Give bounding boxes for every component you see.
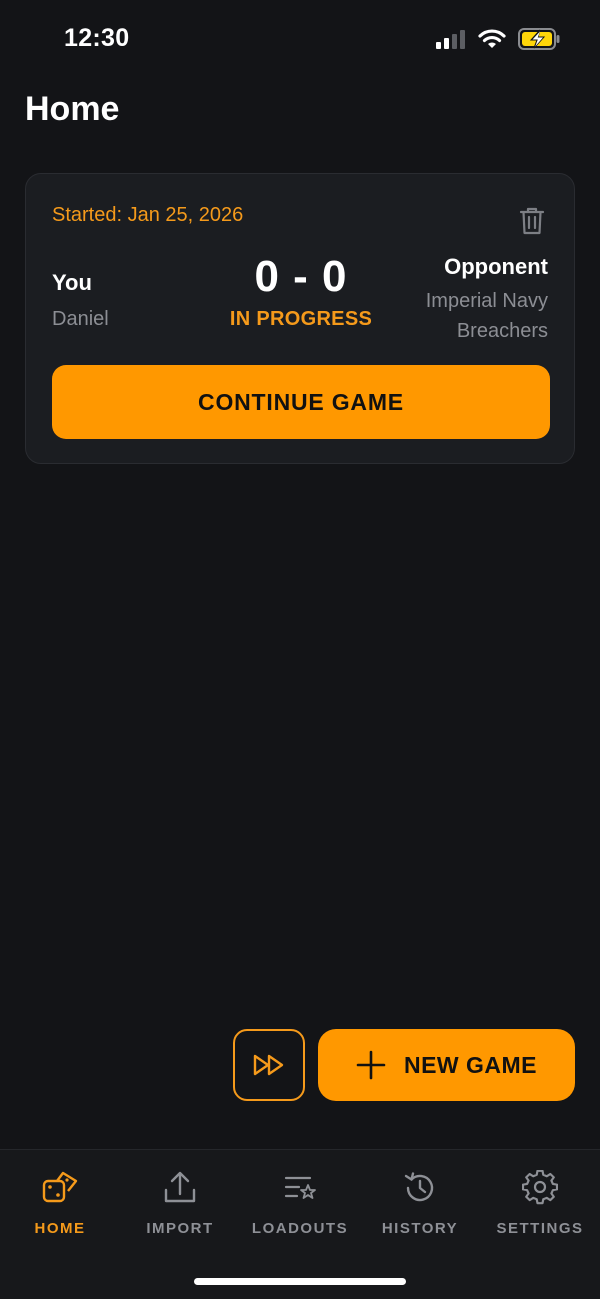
trash-icon (519, 207, 545, 235)
current-game-card: Started: Jan 25, 2026 You Daniel 0 - 0 I… (25, 173, 575, 464)
cellular-signal-icon (436, 30, 465, 49)
new-game-button[interactable]: NEW GAME (318, 1029, 575, 1101)
status-time: 12:30 (64, 24, 130, 52)
home-indicator (194, 1278, 406, 1285)
player-label: You (52, 270, 92, 295)
dice-icon (42, 1171, 78, 1203)
player-name: Daniel (52, 308, 109, 330)
upload-icon (164, 1171, 196, 1203)
tab-loadouts[interactable]: LOADOUTS (240, 1168, 360, 1237)
tab-settings[interactable]: SETTINGS (480, 1168, 600, 1237)
player-you: You Daniel (52, 270, 109, 334)
page-title: Home (25, 90, 120, 128)
tab-loadouts-label: LOADOUTS (251, 1220, 349, 1237)
history-icon (404, 1172, 434, 1202)
battery-charging-icon (518, 28, 560, 50)
delete-game-button[interactable] (516, 204, 548, 238)
tab-home-label: HOME (34, 1220, 86, 1237)
continue-game-button[interactable]: CONTINUE GAME (52, 365, 550, 439)
status-icons (436, 28, 560, 50)
opponent-name: Imperial Navy Breachers (425, 290, 548, 342)
fast-forward-icon (253, 1054, 284, 1076)
wifi-icon (478, 29, 506, 48)
home-screen: 12:30 Home Started: Jan 25, 2026 You Dan… (0, 0, 600, 1299)
tab-import-label: IMPORT (146, 1220, 214, 1237)
tab-home[interactable]: HOME (0, 1168, 120, 1237)
tab-settings-label: SETTINGS (496, 1220, 584, 1237)
tab-bar: HOME IMPORT LOADOUTS HISTORY SETTINGS (0, 1149, 600, 1299)
new-game-label: NEW GAME (403, 1051, 538, 1078)
gear-icon (522, 1170, 558, 1205)
player-opponent: Opponent Imperial Navy Breachers (378, 254, 548, 346)
game-started-date: Started: Jan 25, 2026 (52, 204, 244, 226)
tab-history-label: HISTORY (381, 1220, 459, 1237)
plus-icon (356, 1050, 386, 1080)
quick-start-button[interactable] (233, 1029, 305, 1101)
tab-import[interactable]: IMPORT (120, 1168, 240, 1237)
tab-history[interactable]: HISTORY (360, 1168, 480, 1237)
list-star-icon (284, 1176, 316, 1199)
opponent-label: Opponent (444, 254, 548, 279)
